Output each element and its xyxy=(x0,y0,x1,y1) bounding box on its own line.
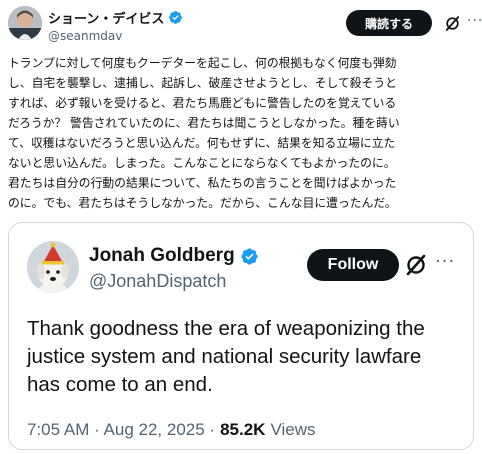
author-name-row: ショーン・デイビス xyxy=(48,8,183,27)
quoted-text-line: Thank goodness the era of weaponizing th… xyxy=(27,317,425,340)
views-label: Views xyxy=(270,420,316,439)
post-text-line: のに。でも、君たちはそうしなかった。だから、こんな目に遭ったんだ。 xyxy=(8,196,397,210)
author-avatar[interactable] xyxy=(8,6,42,40)
quoted-author-name[interactable]: Jonah Goldberg xyxy=(89,245,235,267)
post-text-line: し、自宅を襲撃し、逮捕し、起訴し、破産させようとし、そして殺そうと xyxy=(8,76,397,90)
author-name[interactable]: ショーン・デイビス xyxy=(48,8,164,27)
quoted-post-text: Thank goodness the era of weaponizing th… xyxy=(27,315,467,399)
quoted-author-avatar-image xyxy=(27,241,79,293)
more-options-icon[interactable]: ··· xyxy=(467,12,482,30)
quoted-post-card[interactable]: Jonah Goldberg @JonahDispatch Follow ···… xyxy=(8,222,474,450)
author-avatar-image xyxy=(8,6,42,40)
author-block: ショーン・デイビス @seanmdav xyxy=(48,8,183,43)
quoted-author-block: Jonah Goldberg @JonahDispatch xyxy=(89,245,259,292)
post-text: トランプに対して何度もクーデターを起こし、何の根拠もなく何度も弾劾 し、自宅を襲… xyxy=(8,53,476,213)
post-text-line: だろうか？ 警告されていたのに、君たちは聞こうとしなかった。種を蒔い xyxy=(8,116,400,130)
quoted-author-handle[interactable]: @JonahDispatch xyxy=(89,271,259,292)
author-handle[interactable]: @seanmdav xyxy=(48,29,183,43)
verified-badge-icon[interactable] xyxy=(240,247,259,266)
post-text-line: トランプに対して何度もクーデターを起こし、何の根拠もなく何度も弾劾 xyxy=(8,56,397,70)
quoted-author-name-row: Jonah Goldberg xyxy=(89,245,259,267)
grok-icon[interactable] xyxy=(404,253,428,277)
grok-icon[interactable] xyxy=(444,15,461,32)
post-text-line: すれば、必ず報いを受けると、君たち馬鹿どもに警告したのを覚えている xyxy=(8,96,397,110)
quoted-text-line: has come to an end. xyxy=(27,373,213,396)
post-header: ショーン・デイビス @seanmdav 購読する ··· xyxy=(8,6,482,46)
post-text-line: 君たちは自分の行動の結果について、私たちの言うことを聞けばよかった xyxy=(8,176,397,190)
post-text-line: ないと思い込んだ。しまった。こんなことにならなくてもよかったのに。 xyxy=(8,156,396,170)
post-text-line: て、収穫はないだろうと思い込んだ。何もせずに、結果を知る立場に立た xyxy=(8,136,396,150)
views-count: 85.2K xyxy=(220,420,266,439)
quoted-author-avatar[interactable] xyxy=(27,241,79,293)
follow-button[interactable]: Follow xyxy=(307,249,399,281)
quoted-post-meta: 7:05 AM · Aug 22, 2025 · 85.2K Views xyxy=(27,420,316,440)
quoted-more-options-icon[interactable]: ··· xyxy=(435,250,455,274)
subscribe-button[interactable]: 購読する xyxy=(346,10,432,36)
post-timestamp[interactable]: 7:05 AM · Aug 22, 2025 · xyxy=(27,420,215,440)
verified-badge-icon[interactable] xyxy=(168,10,183,25)
quoted-text-line: justice system and national security law… xyxy=(27,345,422,368)
